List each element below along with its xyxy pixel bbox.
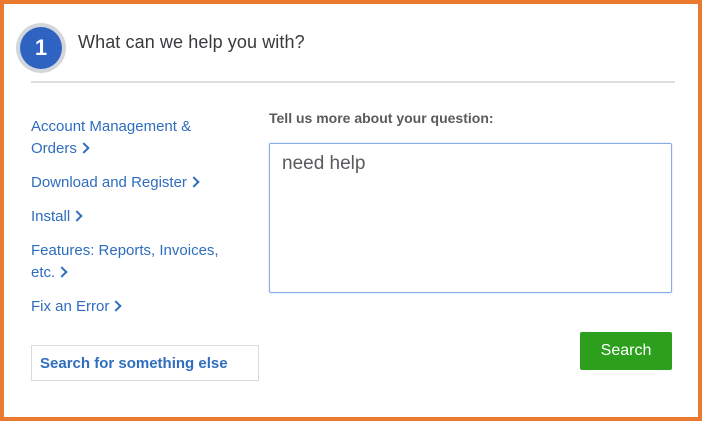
question-label: Tell us more about your question: xyxy=(269,110,494,126)
question-textarea[interactable] xyxy=(269,143,672,293)
topic-label: Fix an Error xyxy=(31,298,110,315)
step-badge: 1 xyxy=(16,23,66,73)
search-button[interactable]: Search xyxy=(580,332,672,370)
topic-label: Account Management & Orders xyxy=(31,118,192,157)
search-something-else-button[interactable]: Search for something else xyxy=(31,345,259,381)
chevron-right-icon xyxy=(56,266,68,278)
panel-title: What can we help you with? xyxy=(78,32,305,52)
topic-label: Install xyxy=(31,208,71,225)
divider xyxy=(31,81,675,83)
topic-label: Download and Register xyxy=(31,174,187,191)
help-panel: 1 What can we help you with? Account Man… xyxy=(0,0,702,421)
topic-link-download-register[interactable]: Download and Register xyxy=(31,172,231,194)
step-number: 1 xyxy=(20,27,62,69)
topic-link-account-management[interactable]: Account Management & Orders xyxy=(31,116,231,160)
topic-link-features[interactable]: Features: Reports, Invoices, etc. xyxy=(31,240,231,284)
chevron-right-icon xyxy=(110,300,123,312)
topic-list: Account Management & Orders Download and… xyxy=(31,116,231,330)
topic-link-fix-error[interactable]: Fix an Error xyxy=(31,296,231,318)
chevron-right-icon xyxy=(188,176,200,188)
chevron-right-icon xyxy=(78,142,90,154)
topic-link-install[interactable]: Install xyxy=(31,206,231,228)
chevron-right-icon xyxy=(71,210,83,222)
